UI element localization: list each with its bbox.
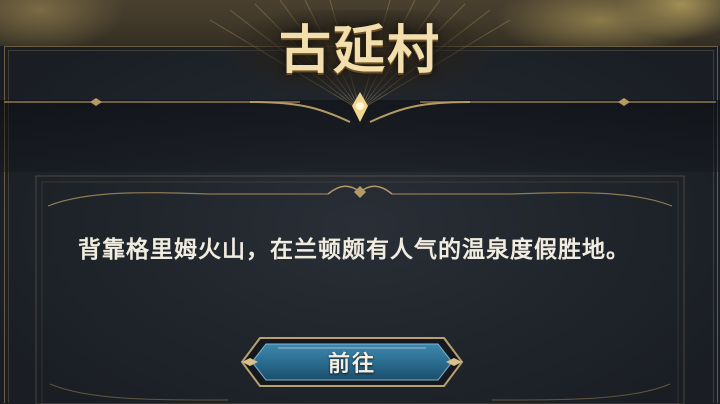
- header-divider-ornament: [4, 92, 716, 123]
- location-title: 古延村: [278, 20, 441, 81]
- go-button-label: 前往: [327, 351, 376, 377]
- location-description: 背靠格里姆火山，在兰顿颇有人气的温泉度假胜地。: [78, 236, 630, 263]
- go-button[interactable]: 前往: [238, 334, 466, 390]
